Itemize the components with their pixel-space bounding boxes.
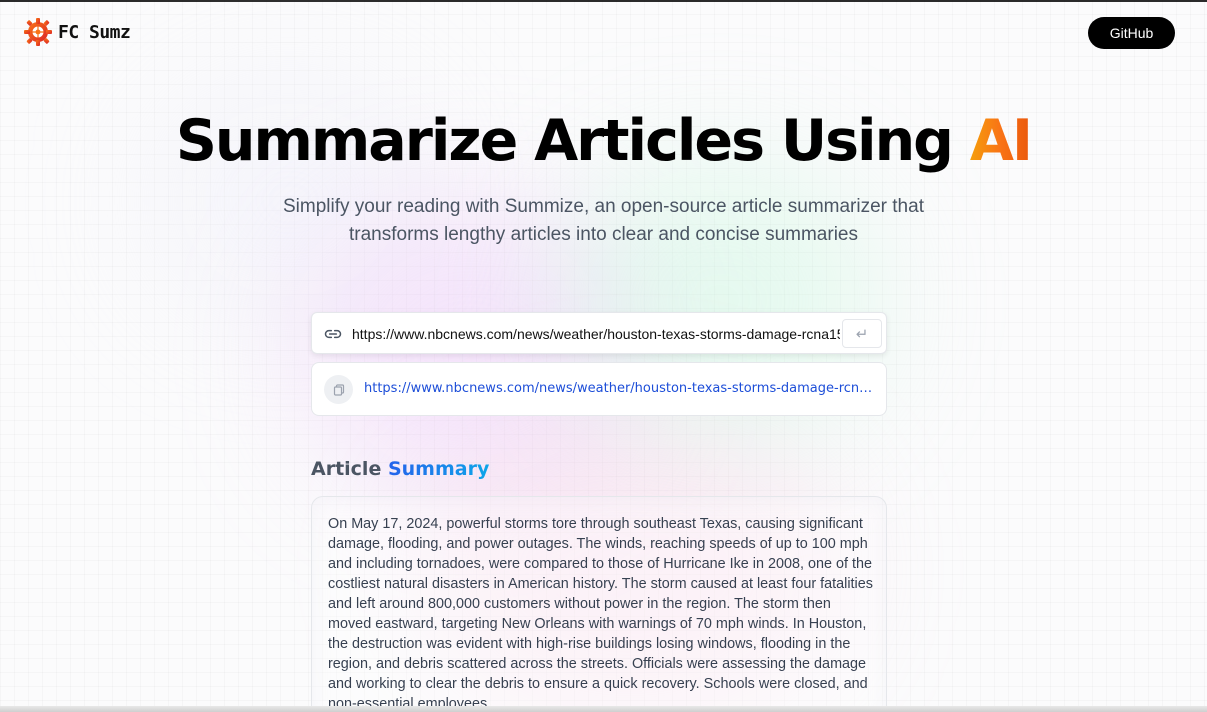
title-main: Summarize Articles Using (175, 108, 970, 174)
logo-text: FC Sumz (58, 21, 131, 43)
page-subtitle: Simplify your reading with Summize, an o… (283, 196, 924, 245)
enter-icon: ↵ (855, 325, 869, 343)
logo[interactable]: FC Sumz (22, 16, 131, 48)
summary-text: On May 17, 2024, powerful storms tore th… (328, 516, 873, 712)
copy-button[interactable] (324, 375, 353, 404)
summary-heading: Article Summary (311, 458, 489, 480)
history-link[interactable]: https://www.nbcnews.com/news/weather/hou… (364, 381, 876, 401)
window-bottom-edge (0, 706, 1207, 712)
page-title: Summarize Articles Using AI (0, 108, 1207, 174)
summary-heading-prefix: Article (311, 458, 388, 480)
url-form: ↵ (311, 312, 887, 354)
top-nav: FC Sumz GitHub (0, 0, 1207, 66)
title-accent: AI (969, 108, 1033, 174)
url-input[interactable] (352, 321, 840, 347)
summary-heading-accent: Summary (387, 458, 490, 480)
github-button[interactable]: GitHub (1088, 17, 1175, 49)
copy-icon (333, 383, 344, 396)
gear-brain-icon (24, 18, 52, 46)
submit-button[interactable]: ↵ (842, 319, 882, 348)
link-icon (324, 329, 342, 339)
history-item[interactable]: https://www.nbcnews.com/news/weather/hou… (311, 362, 887, 416)
summary-box: On May 17, 2024, powerful storms tore th… (311, 496, 887, 712)
